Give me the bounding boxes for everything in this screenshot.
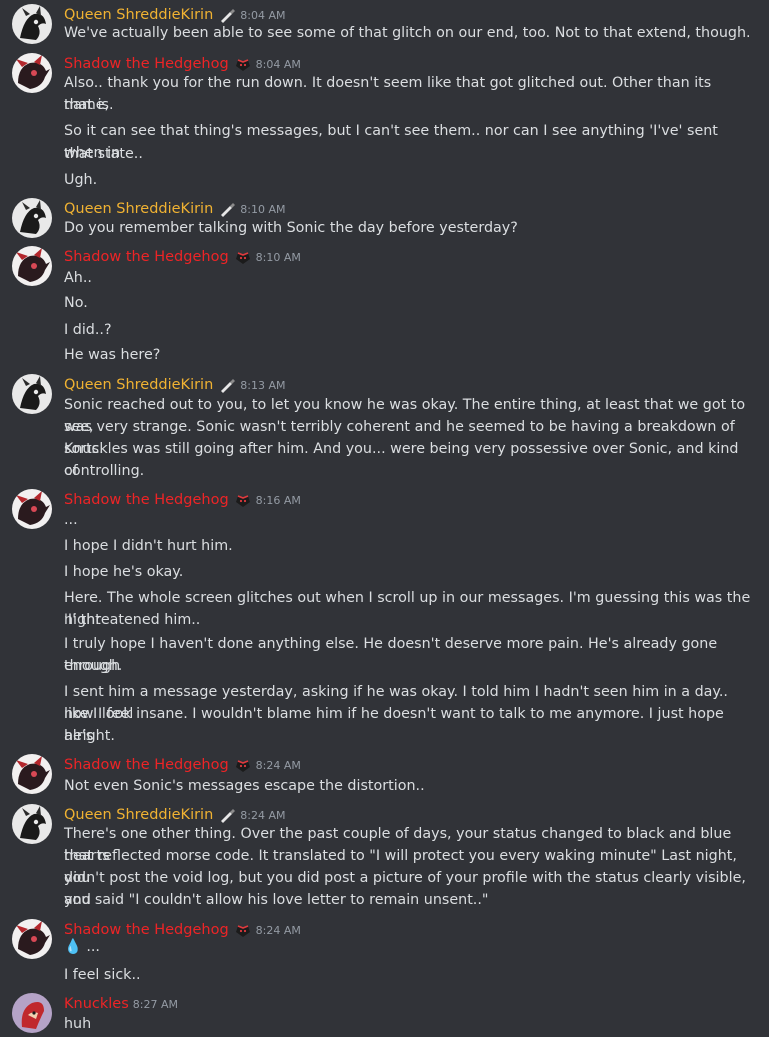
- avatar[interactable]: [12, 919, 52, 959]
- timestamp[interactable]: 8:24 AM: [256, 924, 301, 937]
- avatar[interactable]: [12, 246, 52, 286]
- avatar[interactable]: [12, 198, 52, 238]
- message-header: Shadow the Hedgehog 8:16 AM: [64, 489, 301, 511]
- message-text: Do you remember talking with Sonic the d…: [64, 220, 518, 236]
- timestamp[interactable]: 8:27 AM: [133, 998, 178, 1011]
- message-text: Ugh.: [64, 172, 98, 188]
- timestamp[interactable]: 8:04 AM: [240, 9, 285, 22]
- avatar[interactable]: [12, 754, 52, 794]
- username[interactable]: Queen ShreddieKirin: [64, 807, 213, 823]
- username[interactable]: Knuckles: [64, 996, 129, 1012]
- timestamp[interactable]: 8:10 AM: [240, 203, 285, 216]
- message-text: 💧 ...: [64, 939, 100, 955]
- message-text: I hope I didn't hurt him.: [64, 538, 233, 554]
- avatar[interactable]: [12, 804, 52, 844]
- username[interactable]: Shadow the Hedgehog: [64, 56, 229, 72]
- hedgehog-badge-icon[interactable]: [234, 248, 252, 266]
- message-text: ...: [64, 512, 78, 528]
- hedgehog-badge-icon[interactable]: [234, 55, 252, 73]
- username[interactable]: Queen ShreddieKirin: [64, 377, 213, 393]
- message-text: that state..: [64, 146, 143, 162]
- message-header: Queen ShreddieKirin 8:13 AM: [64, 374, 286, 396]
- chat-message-list: Queen ShreddieKirin 8:04 AM We've actually…: [0, 0, 769, 1037]
- message-text: Ah..: [64, 270, 92, 286]
- timestamp[interactable]: 8:04 AM: [256, 58, 301, 71]
- knife-badge-icon[interactable]: [218, 376, 236, 394]
- avatar[interactable]: [12, 4, 52, 44]
- username[interactable]: Queen ShreddieKirin: [64, 7, 213, 23]
- message-text: alright.: [64, 728, 115, 744]
- message-text: huh: [64, 1016, 92, 1032]
- message-text: Not even Sonic's messages escape the dis…: [64, 778, 425, 794]
- username[interactable]: Queen ShreddieKirin: [64, 201, 213, 217]
- message-text: controlling.: [64, 463, 145, 479]
- avatar[interactable]: [12, 53, 52, 93]
- message-header: Shadow the Hedgehog 8:10 AM: [64, 246, 301, 268]
- timestamp[interactable]: 8:24 AM: [256, 759, 301, 772]
- avatar[interactable]: [12, 489, 52, 529]
- message-header: Shadow the Hedgehog 8:24 AM: [64, 754, 301, 776]
- timestamp[interactable]: 8:16 AM: [256, 494, 301, 507]
- avatar[interactable]: [12, 374, 52, 414]
- hedgehog-badge-icon[interactable]: [234, 491, 252, 509]
- message-text: He was here?: [64, 347, 161, 363]
- username[interactable]: Shadow the Hedgehog: [64, 249, 229, 265]
- username[interactable]: Shadow the Hedgehog: [64, 492, 229, 508]
- message-text: I feel sick..: [64, 967, 141, 983]
- username[interactable]: Shadow the Hedgehog: [64, 757, 229, 773]
- timestamp[interactable]: 8:10 AM: [256, 251, 301, 264]
- message-text: 'I' threatened him..: [64, 612, 201, 628]
- message-text: that is.: [64, 97, 114, 113]
- message-text: I did..?: [64, 322, 112, 338]
- hedgehog-badge-icon[interactable]: [234, 756, 252, 774]
- avatar[interactable]: [12, 993, 52, 1033]
- message-text: I hope he's okay.: [64, 564, 184, 580]
- knife-badge-icon[interactable]: [218, 200, 236, 218]
- timestamp[interactable]: 8:13 AM: [240, 379, 285, 392]
- message-header: Knuckles 8:27 AM: [64, 993, 178, 1015]
- message-text: We've actually been able to see some of …: [64, 25, 751, 41]
- message-text: enough.: [64, 658, 123, 674]
- timestamp[interactable]: 8:24 AM: [240, 809, 285, 822]
- knife-badge-icon[interactable]: [218, 806, 236, 824]
- message-text: you said "I couldn't allow his love lett…: [64, 892, 489, 908]
- message-text: No.: [64, 295, 88, 311]
